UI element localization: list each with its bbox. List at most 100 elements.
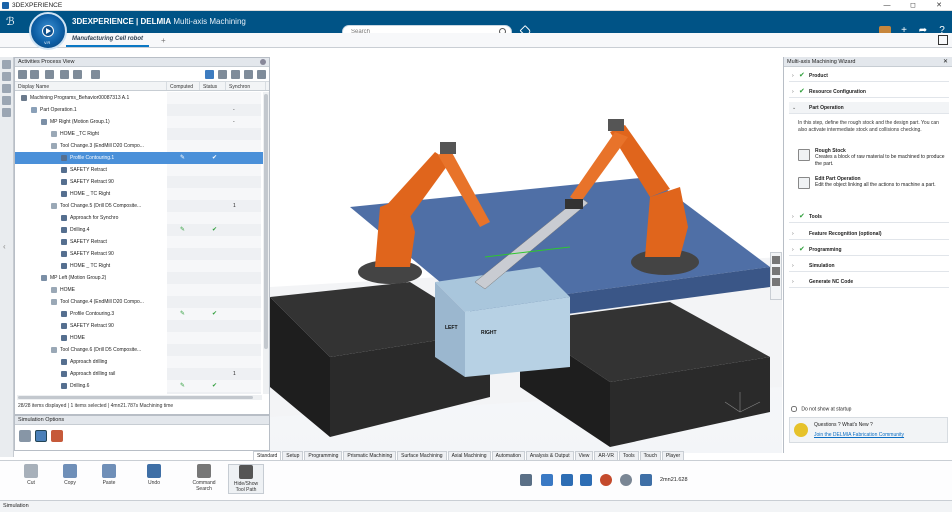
undo-button[interactable]: Undo xyxy=(138,464,170,486)
command-search-button[interactable]: Command Search xyxy=(188,464,220,492)
resources-icon[interactable] xyxy=(2,84,11,93)
tree-row[interactable]: SAFETY Retract 90 xyxy=(15,320,265,332)
wizard-section-feature[interactable]: › Feature Recognition (optional) xyxy=(789,228,949,240)
machining-cell-scene[interactable]: LEFT RIGHT xyxy=(270,57,782,453)
vertical-scroll-thumb[interactable] xyxy=(264,94,268,349)
workbench-tab[interactable]: Setup xyxy=(282,451,304,460)
tree-row[interactable]: SAFETY Retract xyxy=(15,164,265,176)
view-cube-icon[interactable] xyxy=(772,256,780,264)
tree-row[interactable]: SAFETY Retract 90 xyxy=(15,248,265,260)
workbench-tab[interactable]: View xyxy=(574,451,594,460)
tree-row[interactable]: Profile Contouring.3 ✎ ✔ xyxy=(15,308,265,320)
tree-row[interactable]: MP Right (Motion Group.1) - xyxy=(15,116,265,128)
tree-row[interactable]: SAFETY Retract 90 xyxy=(15,176,265,188)
tree-row[interactable]: Machining Programs_Behavior00087313 A.1 xyxy=(15,92,265,104)
workbench-tab[interactable]: Touch xyxy=(639,451,661,460)
tree-row[interactable]: Profile Contouring.1 ✎ ✔ xyxy=(15,152,265,164)
3d-viewport[interactable]: LEFT RIGHT xyxy=(270,57,782,453)
close-icon[interactable]: ✕ xyxy=(943,58,948,65)
questions-label[interactable]: Questions ? What's New ? xyxy=(814,422,873,428)
material-removal-icon[interactable] xyxy=(35,430,47,442)
add-tab-button[interactable]: + xyxy=(161,36,166,45)
collision-check-icon[interactable] xyxy=(51,430,63,442)
workbench-tab[interactable]: AR-VR xyxy=(594,451,618,460)
simulation-mode-icon[interactable] xyxy=(19,430,31,442)
activities-icon[interactable] xyxy=(2,96,11,105)
gear-icon[interactable] xyxy=(260,59,266,65)
paste-button[interactable]: Paste xyxy=(93,464,125,486)
tree-toggle-icon[interactable] xyxy=(2,60,11,69)
wizard-section-resource[interactable]: › ✔ Resource Configuration xyxy=(789,86,949,98)
expand-icon[interactable] xyxy=(30,70,39,79)
workbench-tab[interactable]: Tools xyxy=(618,451,639,460)
pause-button[interactable] xyxy=(561,474,573,486)
find-icon[interactable] xyxy=(205,70,214,79)
fit-all-icon[interactable] xyxy=(772,267,780,275)
play-button[interactable] xyxy=(580,474,592,486)
column-synchron[interactable]: Synchron xyxy=(226,82,266,90)
export-icon[interactable] xyxy=(520,474,532,486)
export-icon[interactable] xyxy=(257,70,266,79)
funnel-icon[interactable] xyxy=(218,70,227,79)
workbench-tab[interactable]: Player xyxy=(661,451,685,460)
workbench-tab[interactable]: Axial Machining xyxy=(447,451,491,460)
layers-icon[interactable] xyxy=(2,108,11,117)
tree-row[interactable]: SAFETY Retract xyxy=(15,236,265,248)
stop-button[interactable] xyxy=(541,474,553,486)
maximize-button[interactable]: ◻ xyxy=(900,0,926,11)
tree-row[interactable]: HOME _ TC Right xyxy=(15,260,265,272)
workbench-tab[interactable]: Programming xyxy=(304,451,343,460)
collapse-arrow-icon[interactable]: ‹ xyxy=(3,242,6,251)
settings-icon[interactable] xyxy=(244,70,253,79)
wizard-section-nc-code[interactable]: › Generate NC Code xyxy=(789,276,949,288)
tree-row[interactable]: Approach for Synchro xyxy=(15,212,265,224)
tree-row[interactable]: Part Operation.1 - xyxy=(15,104,265,116)
horizontal-scroll-thumb[interactable] xyxy=(18,396,253,399)
wizard-section-simulation[interactable]: › Simulation xyxy=(789,260,949,272)
player-settings-icon[interactable] xyxy=(620,474,632,486)
tree-row[interactable]: HOME xyxy=(15,332,265,344)
community-link[interactable]: Join the DELMIA Fabrication Community xyxy=(814,432,904,438)
workbench-tab[interactable]: Prismatic Machining xyxy=(343,451,397,460)
list-icon[interactable] xyxy=(640,474,652,486)
view-icon[interactable] xyxy=(91,70,100,79)
minimize-button[interactable]: — xyxy=(874,0,900,11)
ds-logo-icon[interactable]: ℬ xyxy=(6,15,15,28)
tree-vertical-scrollbar[interactable] xyxy=(263,92,269,394)
process-icon[interactable] xyxy=(2,72,11,81)
column-display-name[interactable]: Display Name xyxy=(15,82,167,90)
tree-row[interactable]: Tool Change.5 (Drill D5 Composite... 1 xyxy=(15,200,265,212)
column-computed[interactable]: Computed xyxy=(167,82,200,90)
filter-icon[interactable] xyxy=(18,70,27,79)
fullscreen-icon[interactable] xyxy=(938,35,948,45)
copy-button[interactable]: Copy xyxy=(54,464,86,486)
workbench-tab[interactable]: Automation xyxy=(491,451,525,460)
tree-row[interactable]: Approach drilling rail 1 xyxy=(15,368,265,380)
group-icon[interactable] xyxy=(60,70,69,79)
sort-icon[interactable] xyxy=(45,70,54,79)
tree-row[interactable]: Tool Change.4 (EndMill D20 Compo... xyxy=(15,296,265,308)
tree-row[interactable]: HOME _ TC Right xyxy=(15,188,265,200)
wizard-section-tools[interactable]: › ✔ Tools xyxy=(789,211,949,223)
workbench-tab[interactable]: Surface Machining xyxy=(397,451,447,460)
column-status[interactable]: Status xyxy=(200,82,226,90)
hide-show-toolpath-button[interactable]: Hide/Show Tool Path xyxy=(228,464,264,494)
speed-gauge-icon[interactable] xyxy=(600,474,612,486)
wizard-section-programming[interactable]: › ✔ Programming xyxy=(789,244,949,256)
tab-manufacturing-cell[interactable]: Manufacturing Cell robot xyxy=(66,35,149,47)
tree-row[interactable]: MP Left (Motion Group.2) xyxy=(15,272,265,284)
workbench-tab[interactable]: Analysis & Output xyxy=(525,451,574,460)
tree-row[interactable]: Tool Change.6 (Drill D5 Composite... xyxy=(15,344,265,356)
workbench-tab[interactable]: Standard xyxy=(253,451,282,460)
close-window-button[interactable]: ✕ xyxy=(926,0,952,11)
tree-row[interactable]: Drilling.6 ✎ ✔ xyxy=(15,380,265,392)
tree-row[interactable]: Approach drilling xyxy=(15,356,265,368)
options-icon[interactable] xyxy=(73,70,82,79)
cut-button[interactable]: Cut xyxy=(15,464,47,486)
tree-row[interactable]: Tool Change.3 (EndMill D20 Compo... xyxy=(15,140,265,152)
tree-row[interactable]: HOME xyxy=(15,284,265,296)
tree-row[interactable]: HOME _TC Right xyxy=(15,128,265,140)
tree-row[interactable]: Drilling.4 ✎ ✔ xyxy=(15,224,265,236)
dont-show-checkbox[interactable] xyxy=(791,406,797,412)
columns-icon[interactable] xyxy=(231,70,240,79)
